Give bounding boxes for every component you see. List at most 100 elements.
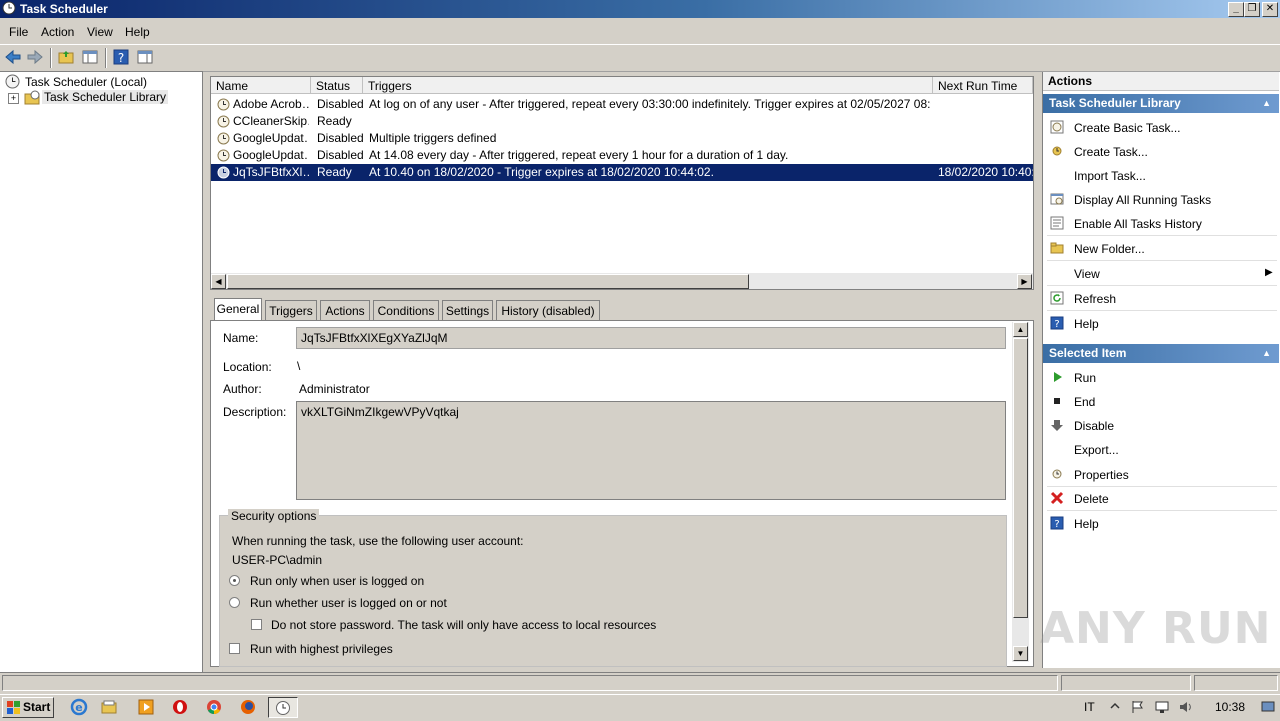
forward-arrow-icon[interactable] (26, 48, 44, 66)
checkbox-no-password[interactable] (251, 619, 262, 630)
name-field[interactable]: JqTsJFBtfxXlXEgXYaZlJqM (296, 327, 1006, 349)
start-button[interactable]: Start (2, 697, 54, 718)
scroll-thumb[interactable] (227, 274, 749, 289)
scroll-up-arrow[interactable]: ▲ (1013, 322, 1028, 337)
close-button[interactable]: ✕ (1262, 2, 1278, 17)
action-help[interactable]: Help (1074, 317, 1099, 331)
radio-logged-on[interactable] (229, 575, 240, 586)
action-delete[interactable]: Delete (1074, 492, 1109, 506)
clock-time[interactable]: 10:38 (1215, 700, 1245, 714)
tab-general[interactable]: General (214, 298, 262, 321)
horizontal-scrollbar[interactable]: ◀ ▶ (211, 273, 1033, 289)
action-create-task[interactable]: Create Task... (1074, 145, 1148, 159)
action-display-running-tasks[interactable]: Display All Running Tasks (1074, 193, 1211, 207)
back-arrow-icon[interactable] (4, 48, 22, 66)
action-properties[interactable]: Properties (1074, 468, 1129, 482)
opera-icon[interactable] (171, 698, 189, 716)
show-desktop-icon[interactable] (1260, 699, 1276, 715)
language-indicator[interactable]: IT (1084, 700, 1095, 714)
action-view[interactable]: View (1074, 267, 1100, 281)
file-explorer-icon[interactable] (100, 698, 118, 716)
checkbox-no-password-label: Do not store password. The task will onl… (271, 618, 657, 632)
menu-help[interactable]: Help (125, 25, 150, 39)
status-panel-2 (1061, 675, 1191, 691)
taskbar-task-scheduler[interactable] (268, 697, 298, 718)
menu-action[interactable]: Action (41, 25, 74, 39)
section-header-selected-item[interactable]: Selected Item ▲ (1043, 344, 1279, 363)
menu-view[interactable]: View (87, 25, 113, 39)
table-row[interactable]: CCleanerSkip… Ready (211, 113, 1033, 130)
section-header-library[interactable]: Task Scheduler Library ▲ (1043, 94, 1279, 113)
up-folder-icon[interactable] (57, 48, 75, 66)
table-row[interactable]: GoogleUpdat… Disabled Multiple triggers … (211, 130, 1033, 147)
column-header-status[interactable]: Status (311, 77, 363, 94)
scroll-right-arrow[interactable]: ▶ (1017, 274, 1032, 289)
task-triggers: At 14.08 every day - After triggered, re… (369, 148, 789, 162)
chevron-up-icon[interactable] (1108, 699, 1122, 713)
title-bar: Task Scheduler _ ❐ ✕ (0, 0, 1280, 18)
svg-text:?: ? (118, 51, 124, 65)
action-end[interactable]: End (1074, 395, 1095, 409)
scroll-left-arrow[interactable]: ◀ (211, 274, 226, 289)
scroll-thumb[interactable] (1013, 338, 1028, 618)
volume-icon[interactable] (1178, 699, 1194, 715)
chrome-icon[interactable] (205, 698, 223, 716)
show-hide-console-icon[interactable] (81, 48, 99, 66)
create-basic-task-icon (1050, 120, 1064, 134)
window-title: Task Scheduler (20, 2, 108, 16)
task-clock-icon (217, 98, 230, 111)
menu-file[interactable]: File (9, 25, 28, 39)
vertical-scrollbar[interactable]: ▲ ▼ (1012, 322, 1029, 662)
tree-root-local[interactable]: Task Scheduler (Local) (25, 75, 147, 89)
tab-triggers[interactable]: Triggers (265, 300, 317, 320)
new-folder-icon (1050, 242, 1064, 254)
table-row-selected[interactable]: JqTsJFBtfxXl… Ready At 10.40 on 18/02/20… (211, 164, 1033, 181)
restore-button[interactable]: ❐ (1244, 2, 1260, 17)
minimize-button[interactable]: _ (1228, 2, 1244, 17)
internet-explorer-icon[interactable]: e (70, 698, 88, 716)
table-row[interactable]: GoogleUpdat… Disabled At 14.08 every day… (211, 147, 1033, 164)
radio-whether-logged[interactable] (229, 597, 240, 608)
action-run[interactable]: Run (1074, 371, 1096, 385)
tab-conditions[interactable]: Conditions (373, 300, 439, 320)
media-player-icon[interactable] (137, 698, 155, 716)
show-action-pane-icon[interactable] (136, 48, 154, 66)
running-tasks-icon (1050, 193, 1064, 205)
task-name: Adobe Acrob… (233, 97, 309, 111)
table-row[interactable]: Adobe Acrob… Disabled At log on of any u… (211, 96, 1033, 113)
action-export[interactable]: Export... (1074, 443, 1119, 457)
help-icon: ? (1050, 516, 1064, 530)
tab-history[interactable]: History (disabled) (496, 300, 600, 320)
action-refresh[interactable]: Refresh (1074, 292, 1116, 306)
tab-settings[interactable]: Settings (442, 300, 493, 320)
collapse-arrow-icon[interactable]: ▲ (1262, 344, 1271, 363)
action-help-selected[interactable]: Help (1074, 517, 1099, 531)
action-enable-tasks-history[interactable]: Enable All Tasks History (1074, 217, 1202, 231)
submenu-arrow-icon: ▶ (1265, 267, 1273, 278)
action-new-folder[interactable]: New Folder... (1074, 242, 1145, 256)
checkbox-highest-privileges-label: Run with highest privileges (250, 642, 393, 656)
column-header-next-run[interactable]: Next Run Time (933, 77, 1033, 94)
column-header-triggers[interactable]: Triggers (363, 77, 933, 94)
tab-actions[interactable]: Actions (320, 300, 370, 320)
expand-toggle[interactable]: + (8, 93, 19, 104)
tree-item-library[interactable]: Task Scheduler Library (42, 90, 169, 104)
status-panel-3 (1194, 675, 1278, 691)
task-next-run: 18/02/2020 10:40:0 (938, 165, 1033, 179)
folder-clock-icon (24, 90, 40, 105)
action-create-basic-task[interactable]: Create Basic Task... (1074, 121, 1181, 135)
firefox-icon[interactable] (239, 698, 257, 716)
flag-icon[interactable] (1130, 699, 1146, 715)
task-status: Ready (317, 165, 352, 179)
task-name: JqTsJFBtfxXl… (233, 165, 309, 179)
checkbox-highest-privileges[interactable] (229, 643, 240, 654)
description-field[interactable]: vkXLTGiNmZIkgewVPyVqtkaj (296, 401, 1006, 500)
column-header-name[interactable]: Name (211, 77, 311, 94)
network-icon[interactable] (1154, 699, 1170, 715)
action-import-task[interactable]: Import Task... (1074, 169, 1146, 183)
action-disable[interactable]: Disable (1074, 419, 1114, 433)
scroll-down-arrow[interactable]: ▼ (1013, 646, 1028, 661)
collapse-arrow-icon[interactable]: ▲ (1262, 94, 1271, 113)
help-icon[interactable]: ? (112, 48, 130, 66)
run-icon (1054, 372, 1062, 382)
